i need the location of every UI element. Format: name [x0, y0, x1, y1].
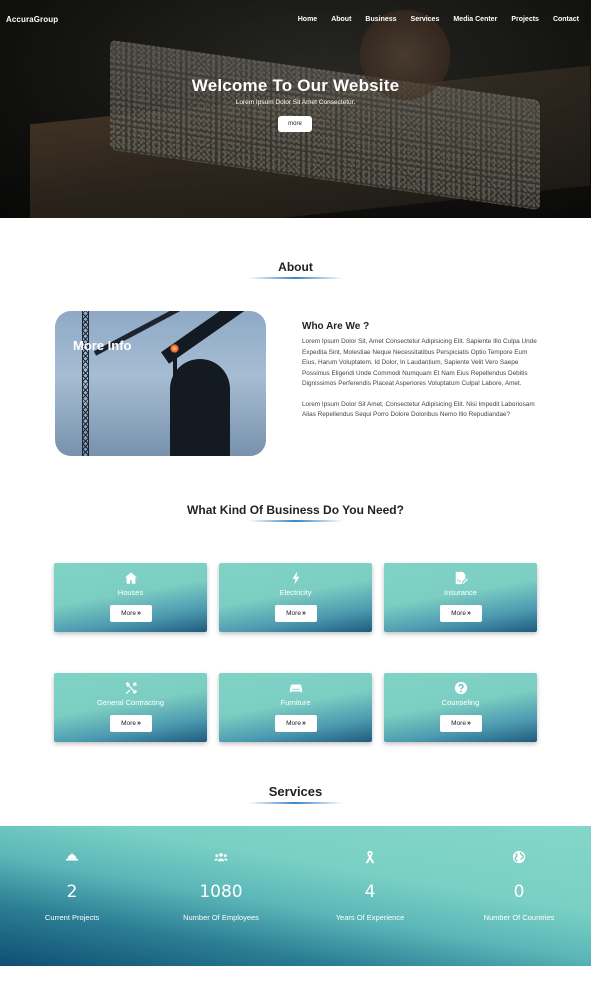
- double-chevron-right-icon: »: [466, 720, 471, 727]
- top-navbar: AccuraGroup Home About Business Services…: [0, 0, 591, 38]
- nav-item-media-center[interactable]: Media Center: [446, 16, 504, 23]
- nav-item-business[interactable]: Business: [358, 16, 403, 23]
- card-more-button[interactable]: More»: [440, 715, 482, 732]
- users-icon: [147, 850, 295, 869]
- card-more-button[interactable]: More»: [110, 605, 152, 622]
- nav-item-home[interactable]: Home: [291, 16, 324, 23]
- card-more-button[interactable]: More»: [275, 605, 317, 622]
- nav-item-projects[interactable]: Projects: [504, 16, 546, 23]
- hero-subtitle: Lorem Ipsum Dolor Sit Amet Consectetur.: [235, 99, 356, 106]
- business-card-counseling: Counseling More»: [384, 673, 537, 742]
- card-more-button[interactable]: More»: [275, 715, 317, 732]
- business-card-furniture: Furniture More»: [219, 673, 372, 742]
- globe-icon: [445, 850, 591, 869]
- business-heading: What Kind Of Business Do You Need?: [187, 503, 404, 517]
- stat-value: 4: [364, 882, 376, 902]
- double-chevron-right-icon: »: [136, 720, 141, 727]
- hero-title: Welcome To Our Website: [191, 76, 400, 95]
- about-subheading: Who Are We ?: [302, 321, 370, 332]
- card-more-button[interactable]: More»: [110, 715, 152, 732]
- brand-logo[interactable]: AccuraGroup: [6, 15, 58, 24]
- card-label: Houses: [117, 588, 144, 597]
- double-chevron-right-icon: »: [136, 610, 141, 617]
- about-heading: About: [278, 260, 313, 274]
- business-card-houses: Houses More»: [54, 563, 207, 632]
- double-chevron-right-icon: »: [301, 720, 306, 727]
- card-more-button[interactable]: More»: [440, 605, 482, 622]
- stat-value: 2: [66, 882, 78, 902]
- stat-value: 1080: [199, 882, 243, 902]
- about-image-caption: More Info: [73, 338, 132, 353]
- stat-label: Number Of Employees: [183, 913, 259, 922]
- card-label: Furniture: [280, 698, 311, 707]
- business-heading-underline: [248, 520, 343, 522]
- hero-more-button[interactable]: more: [278, 116, 312, 132]
- stat-value: 0: [513, 882, 525, 902]
- double-chevron-right-icon: »: [466, 610, 471, 617]
- stat-label: Current Projects: [44, 913, 100, 922]
- services-heading: Services: [268, 784, 323, 799]
- hard-hat-icon: [0, 850, 146, 869]
- about-image[interactable]: More Info: [55, 311, 266, 456]
- nav-item-about[interactable]: About: [324, 16, 358, 23]
- card-label: Electricity: [279, 588, 312, 597]
- nav-menu: Home About Business Services Media Cente…: [291, 16, 585, 23]
- double-chevron-right-icon: »: [301, 610, 306, 617]
- card-label: Insurance: [444, 588, 477, 597]
- about-text: Who Are We ? Lorem Ipsum Dolor Sit, Amet…: [302, 321, 542, 421]
- about-paragraph-1: Lorem Ipsum Dolor Sit, Amet Consectetur …: [302, 338, 537, 387]
- nav-item-contact[interactable]: Contact: [546, 16, 585, 23]
- business-card-general-contracting: General Contracting More»: [54, 673, 207, 742]
- hero-banner: AccuraGroup Home About Business Services…: [0, 0, 591, 218]
- card-label: Counseling: [441, 698, 480, 707]
- services-stats-band: 2 Current Projects 1080 Number Of Employ…: [0, 826, 591, 966]
- about-heading-underline: [248, 277, 343, 279]
- card-label: General Contracting: [96, 698, 165, 707]
- stat-label: Years Of Experience: [335, 913, 405, 922]
- business-card-insurance: Insurance More»: [384, 563, 537, 632]
- business-card-electricity: Electricity More»: [219, 563, 372, 632]
- stat-label: Number Of Countries: [483, 913, 555, 922]
- about-paragraph-2: Lorem Ipsum Dolor Sit Amet, Consectetur …: [302, 400, 535, 419]
- services-heading-underline: [248, 802, 343, 804]
- ribbon-icon: [296, 850, 444, 869]
- nav-item-services[interactable]: Services: [404, 16, 447, 23]
